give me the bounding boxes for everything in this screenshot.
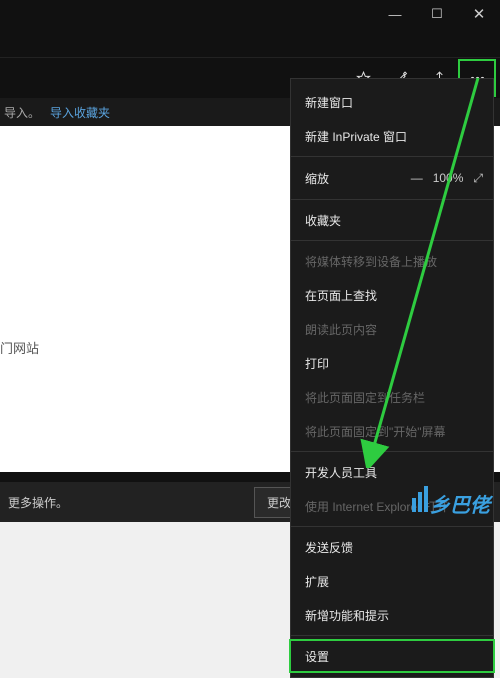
menu-dev-tools[interactable]: 开发人员工具 (291, 455, 493, 489)
menu-separator (291, 451, 493, 452)
watermark-logo-icon (412, 486, 428, 512)
menu-separator (291, 156, 493, 157)
zoom-value: 100% (433, 171, 464, 185)
menu-settings[interactable]: 设置 (289, 639, 495, 673)
menu-zoom: 缩放 — 100% ＋ ⤢ (291, 160, 493, 196)
menu-print[interactable]: 打印 (291, 346, 493, 380)
menu-whats-new[interactable]: 新增功能和提示 (291, 598, 493, 632)
close-button[interactable]: ✕ (458, 0, 500, 28)
menu-separator (291, 199, 493, 200)
menu-feedback[interactable]: 发送反馈 (291, 530, 493, 564)
tab-bar (0, 28, 500, 58)
more-menu: 新建窗口 新建 InPrivate 窗口 缩放 — 100% ＋ ⤢ 收藏夹 将… (290, 78, 494, 678)
titlebar: — ☐ ✕ (0, 0, 500, 28)
menu-read-aloud: 朗读此页内容 (291, 312, 493, 346)
menu-cast: 将媒体转移到设备上播放 (291, 244, 493, 278)
menu-new-window[interactable]: 新建窗口 (291, 85, 493, 119)
import-prefix: 导入。 (4, 104, 40, 121)
menu-separator (291, 526, 493, 527)
zoom-out-button[interactable]: — (411, 171, 423, 185)
menu-extensions[interactable]: 扩展 (291, 564, 493, 598)
import-favorites-link[interactable]: 导入收藏夹 (50, 104, 110, 121)
watermark: 乡巴佬 (412, 486, 490, 518)
menu-separator (291, 240, 493, 241)
menu-pin-start: 将此页面固定到"开始"屏幕 (291, 414, 493, 448)
menu-new-inprivate[interactable]: 新建 InPrivate 窗口 (291, 119, 493, 153)
browser-window: — ☐ ✕ 导入。 导入收藏夹 门网站 新建窗口 新建 InPrivate 窗口… (0, 0, 500, 522)
watermark-brand: 乡巴佬 (430, 489, 490, 518)
menu-separator (291, 635, 493, 636)
menu-pin-taskbar: 将此页面固定到任务栏 (291, 380, 493, 414)
hot-sites-label: 门网站 (0, 338, 39, 357)
notification-text: 更多操作。 (0, 494, 254, 511)
menu-favorites[interactable]: 收藏夹 (291, 203, 493, 237)
fullscreen-icon[interactable]: ⤢ (473, 171, 483, 186)
maximize-button[interactable]: ☐ (416, 0, 458, 28)
zoom-label: 缩放 (305, 170, 329, 187)
menu-find[interactable]: 在页面上查找 (291, 278, 493, 312)
minimize-button[interactable]: — (374, 0, 416, 28)
